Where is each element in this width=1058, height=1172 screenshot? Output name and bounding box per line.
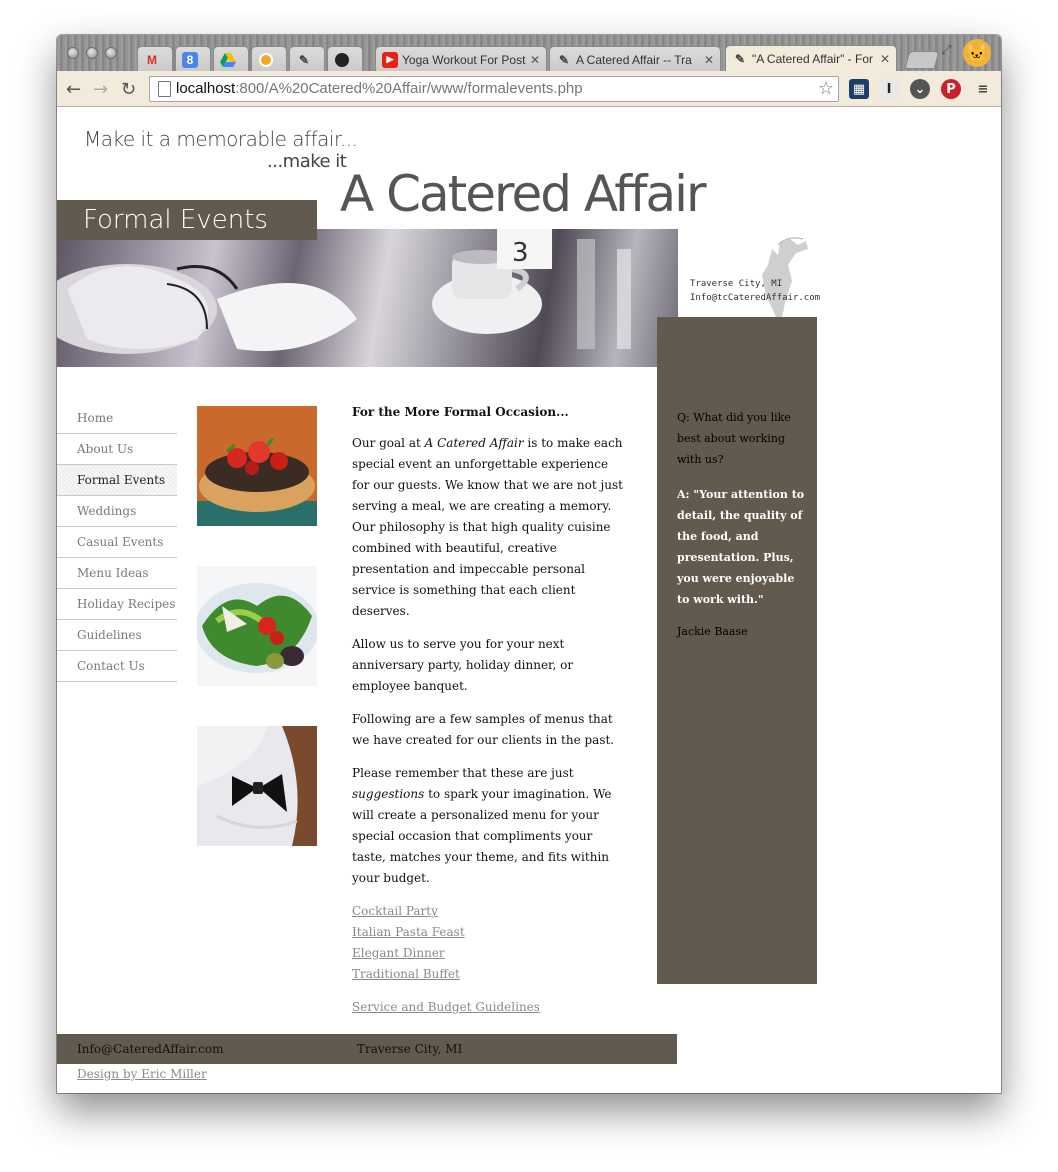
tab-drive[interactable] [213, 46, 249, 72]
forward-arrow-icon[interactable]: → [93, 79, 108, 100]
page-icon: ✎ [298, 52, 310, 67]
banner-photo: 3 [57, 229, 678, 367]
nav-item-holiday-recipes[interactable]: Holiday Recipes [57, 589, 177, 620]
bruschetta-photo [197, 406, 317, 526]
tab-strip: M 8 ✎ ▶ Yoga Workout For Post ✕ ✎ A Cate… [57, 35, 1001, 72]
profile-avatar[interactable]: 🐱 [963, 39, 991, 67]
github-icon [334, 52, 350, 68]
header-contact: Traverse City, MI Info@tcCateredAffair.c… [678, 229, 820, 317]
content-heading: For the More Formal Occasion... [352, 405, 569, 419]
minimize-window-button[interactable] [86, 47, 98, 59]
testimonial-question: Q: What did you like best about working … [677, 411, 791, 466]
footer-email[interactable]: Info@CateredAffair.com [77, 1034, 223, 1064]
nav-item-about-us[interactable]: About Us [57, 434, 177, 465]
tab-catered-affair-active[interactable]: ✎ "A Catered Affair" - For ✕ [725, 45, 897, 72]
main-nav: Home About Us Formal Events Weddings Cas… [57, 403, 177, 682]
designer-credit-link[interactable]: Design by Eric Miller [77, 1067, 207, 1081]
testimonial-author: Jackie Baase [677, 625, 748, 638]
extension-grid-icon[interactable]: ▦ [849, 79, 869, 99]
main-content: For the More Formal Occasion... Our goal… [352, 403, 624, 1018]
tab-page-1[interactable]: ✎ [289, 46, 325, 72]
menu-link-traditional-buffet[interactable]: Traditional Buffet [352, 964, 624, 985]
tab-calendar[interactable]: 8 [175, 46, 211, 72]
nav-item-home[interactable]: Home [57, 403, 177, 434]
footer-city: Traverse City, MI [357, 1042, 463, 1056]
youtube-icon: ▶ [382, 51, 398, 68]
testimonial-answer: A: "Your attention to detail, the qualit… [677, 488, 805, 606]
pinterest-icon[interactable]: P [941, 79, 961, 99]
menu-link-elegant-dinner[interactable]: Elegant Dinner [352, 943, 624, 964]
close-tab-icon[interactable]: ✕ [530, 53, 540, 67]
menu-link-italian-pasta-feast[interactable]: Italian Pasta Feast [352, 922, 624, 943]
page-icon: ✎ [734, 52, 746, 66]
drive-icon [220, 52, 236, 68]
header-email[interactable]: Info@tcCateredAffair.com [690, 293, 820, 303]
testimonial-panel: Q: What did you like best about working … [657, 317, 817, 984]
close-tab-icon[interactable]: ✕ [704, 53, 714, 67]
reload-icon[interactable]: ↻ [121, 79, 136, 100]
tab-orange[interactable] [251, 46, 287, 72]
site-logo[interactable]: A Catered Affair [340, 165, 707, 223]
suggestions-paragraph: Please remember that these are just sugg… [352, 766, 612, 885]
tagline-continued: ...make it [267, 151, 347, 172]
close-window-button[interactable] [67, 47, 79, 59]
address-bar[interactable]: localhost:800/A%20Catered%20Affair/www/f… [149, 76, 839, 102]
menu-icon[interactable]: ≡ [973, 79, 993, 99]
tab-title: Yoga Workout For Post [402, 52, 526, 67]
calendar-icon: 8 [182, 51, 198, 68]
bookmark-star-icon[interactable]: ☆ [818, 77, 834, 101]
page-section-title: Formal Events [57, 200, 317, 240]
tab-github[interactable] [327, 46, 363, 72]
samples-paragraph: Following are a few samples of menus tha… [352, 712, 615, 747]
zoom-window-button[interactable] [105, 47, 117, 59]
waiter-bowtie-photo [197, 726, 317, 846]
nav-item-formal-events[interactable]: Formal Events [57, 465, 177, 496]
intro-paragraph: Our goal at A Catered Affair is to make … [352, 436, 623, 618]
back-arrow-icon[interactable]: ← [66, 79, 81, 100]
page-icon [158, 81, 171, 97]
tab-title: "A Catered Affair" - For [752, 52, 874, 66]
browser-window: M 8 ✎ ▶ Yoga Workout For Post ✕ ✎ A Cate… [57, 35, 1001, 1093]
new-tab-button[interactable] [904, 51, 940, 69]
tagline: Make it a memorable affair... [84, 127, 358, 151]
footer-bar: Info@CateredAffair.com Traverse City, MI [57, 1034, 677, 1064]
tab-title: A Catered Affair -- Tra [576, 52, 692, 67]
instapaper-icon[interactable]: I [879, 79, 899, 99]
orange-circle-icon [258, 52, 274, 68]
nav-item-menu-ideas[interactable]: Menu Ideas [57, 558, 177, 589]
url-text: localhost:800/A%20Catered%20Affair/www/f… [176, 80, 583, 97]
nav-item-casual-events[interactable]: Casual Events [57, 527, 177, 558]
guidelines-link[interactable]: Service and Budget Guidelines [352, 997, 624, 1018]
salad-photo [197, 566, 317, 686]
nav-item-guidelines[interactable]: Guidelines [57, 620, 177, 651]
page-viewport: Make it a memorable affair... ...make it… [57, 107, 1001, 1093]
svg-text:3: 3 [512, 238, 529, 268]
michigan-map-icon [762, 237, 808, 317]
gmail-icon: M [147, 52, 157, 67]
page-icon: ✎ [558, 52, 570, 67]
nav-item-contact-us[interactable]: Contact Us [57, 651, 177, 682]
nav-item-weddings[interactable]: Weddings [57, 496, 177, 527]
close-tab-icon[interactable]: ✕ [880, 52, 890, 66]
menu-link-cocktail-party[interactable]: Cocktail Party [352, 901, 624, 922]
pocket-icon[interactable]: ⌄ [910, 79, 930, 99]
browser-toolbar: ← → ↻ localhost:800/A%20Catered%20Affair… [57, 71, 1001, 107]
serve-paragraph: Allow us to serve you for your next anni… [352, 637, 574, 693]
tab-gmail[interactable]: M [137, 46, 173, 72]
tab-youtube[interactable]: ▶ Yoga Workout For Post ✕ [375, 46, 547, 72]
tab-catered-affair-1[interactable]: ✎ A Catered Affair -- Tra ✕ [549, 46, 721, 72]
header-city: Traverse City, MI [690, 279, 783, 289]
fullscreen-icon[interactable]: ⤢ [941, 43, 951, 58]
